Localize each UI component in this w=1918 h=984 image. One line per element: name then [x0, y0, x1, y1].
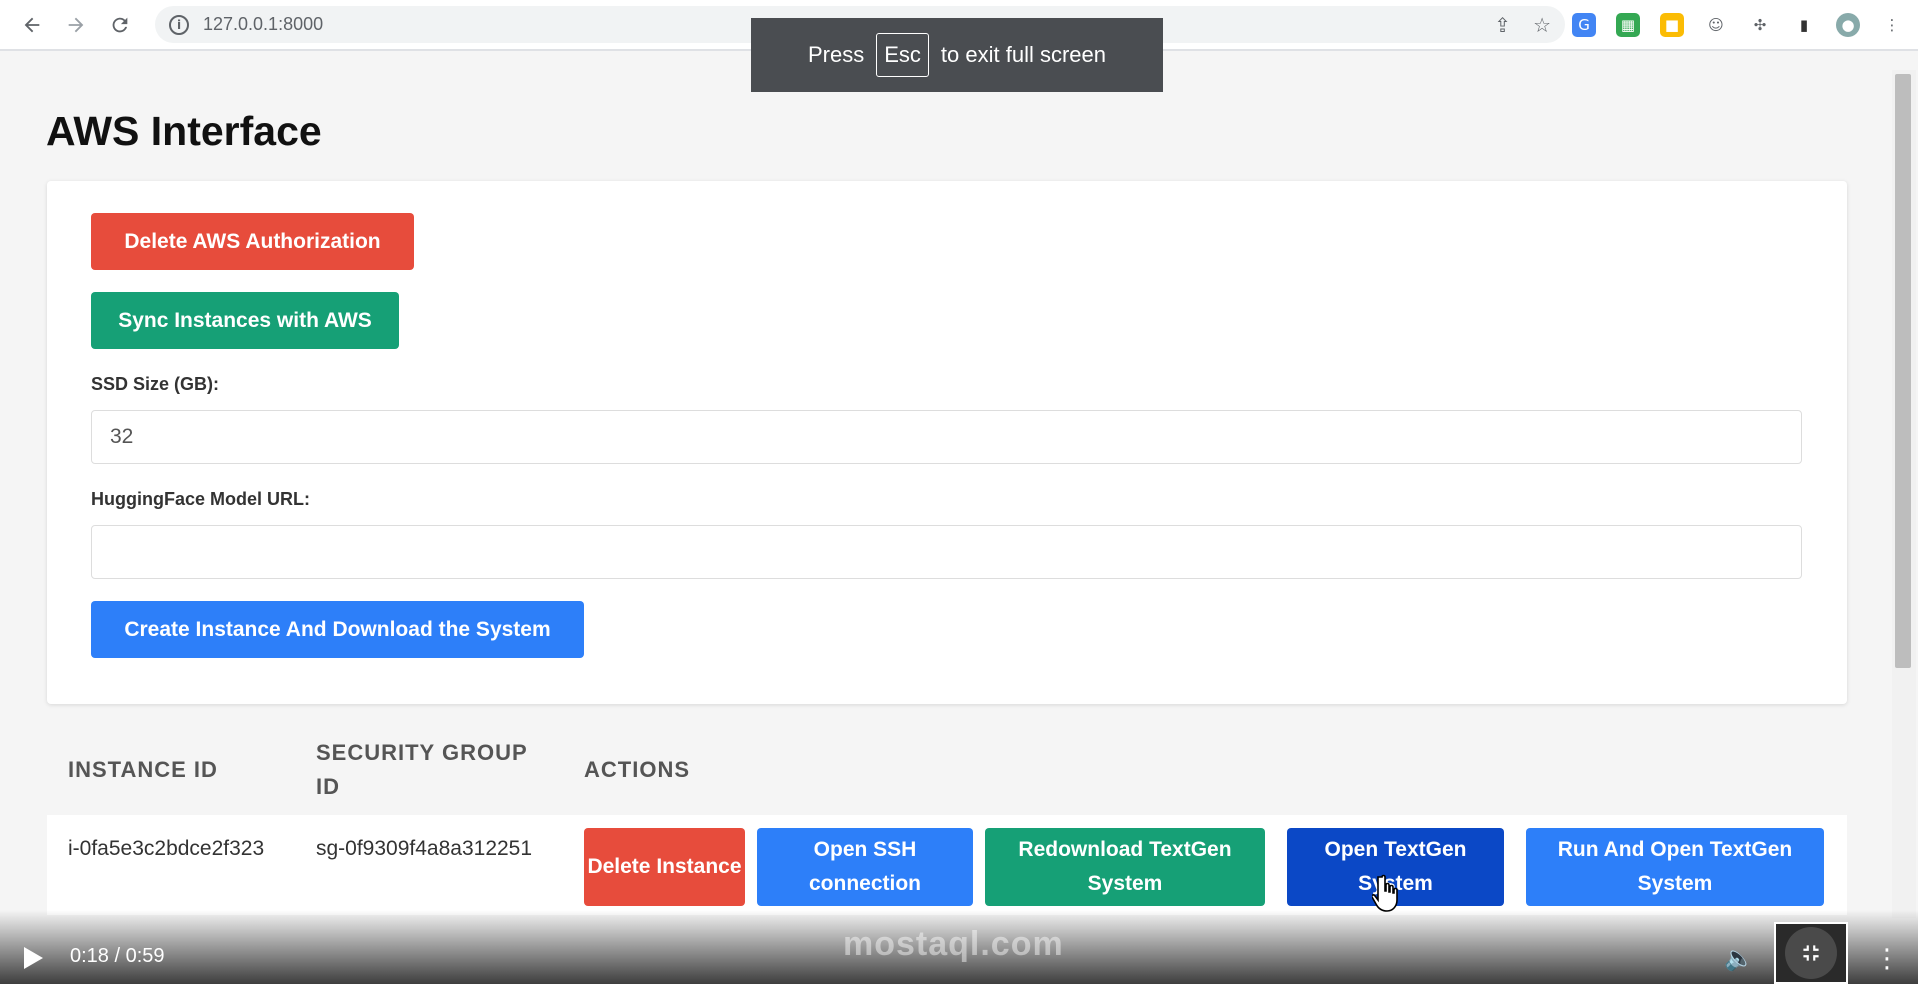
- site-info-icon[interactable]: i: [169, 14, 189, 35]
- exit-fullscreen-button[interactable]: [1774, 922, 1848, 984]
- hand-cursor-icon: [1372, 874, 1398, 912]
- security-group-id-cell: sg-0f9309f4a8a312251: [316, 837, 533, 860]
- notes-extension-icon[interactable]: ■: [1660, 12, 1684, 37]
- page-title: AWS Interface: [46, 108, 322, 154]
- translate-extension-icon[interactable]: G: [1572, 12, 1596, 37]
- huggingface-url-input[interactable]: [91, 525, 1802, 579]
- volume-icon[interactable]: 🔈: [1724, 944, 1754, 972]
- exit-fullscreen-icon: [1785, 927, 1837, 979]
- ssd-size-input[interactable]: [91, 410, 1802, 464]
- actions-header: ACTIONS: [584, 757, 690, 782]
- create-instance-button[interactable]: Create Instance And Download the System: [91, 601, 584, 658]
- back-icon[interactable]: [10, 5, 54, 45]
- huggingface-url-label: HuggingFace Model URL:: [91, 489, 310, 509]
- redownload-textgen-button[interactable]: Redownload TextGen System: [985, 828, 1265, 906]
- sync-instances-button[interactable]: Sync Instances with AWS: [91, 292, 399, 349]
- video-more-options-icon[interactable]: ⋮: [1874, 944, 1900, 974]
- open-ssh-connection-button[interactable]: Open SSH connection: [757, 828, 973, 906]
- ssd-size-label: SSD Size (GB):: [91, 374, 220, 394]
- instance-id-cell: i-0fa5e3c2bdce2f323: [68, 837, 265, 860]
- esc-key-badge: Esc: [876, 33, 929, 77]
- delete-aws-authorization-button[interactable]: Delete AWS Authorization: [91, 213, 414, 270]
- sheets-extension-icon[interactable]: ▦: [1616, 12, 1640, 37]
- fullscreen-notice-prefix: Press: [807, 42, 865, 67]
- browser-menu-icon[interactable]: ⋮: [1880, 12, 1904, 37]
- security-group-id-header: SECURITY GROUP ID: [316, 740, 528, 799]
- person-extension-icon[interactable]: ☺: [1704, 12, 1728, 37]
- share-icon[interactable]: ⇪: [1494, 13, 1511, 37]
- watermark-text: mostaql.com: [843, 925, 1064, 963]
- puzzle-extensions-icon[interactable]: ✣: [1748, 12, 1772, 37]
- instance-id-header: INSTANCE ID: [68, 757, 218, 782]
- scrollbar-thumb[interactable]: [1895, 74, 1911, 668]
- forward-icon[interactable]: [54, 5, 98, 45]
- bookmark-star-icon[interactable]: ☆: [1533, 13, 1551, 37]
- reload-icon[interactable]: [98, 5, 142, 45]
- side-panel-icon[interactable]: ▮: [1792, 12, 1816, 37]
- fullscreen-notice: Press Esc to exit full screen: [751, 18, 1163, 92]
- profile-avatar[interactable]: ●: [1836, 12, 1860, 37]
- delete-instance-button[interactable]: Delete Instance: [584, 828, 745, 906]
- url-text[interactable]: 127.0.0.1:8000: [203, 14, 323, 35]
- run-and-open-textgen-button[interactable]: Run And Open TextGen System: [1526, 828, 1824, 906]
- play-icon[interactable]: [24, 947, 43, 969]
- fullscreen-notice-suffix: to exit full screen: [940, 42, 1106, 67]
- video-time: 0:18 / 0:59: [70, 945, 165, 967]
